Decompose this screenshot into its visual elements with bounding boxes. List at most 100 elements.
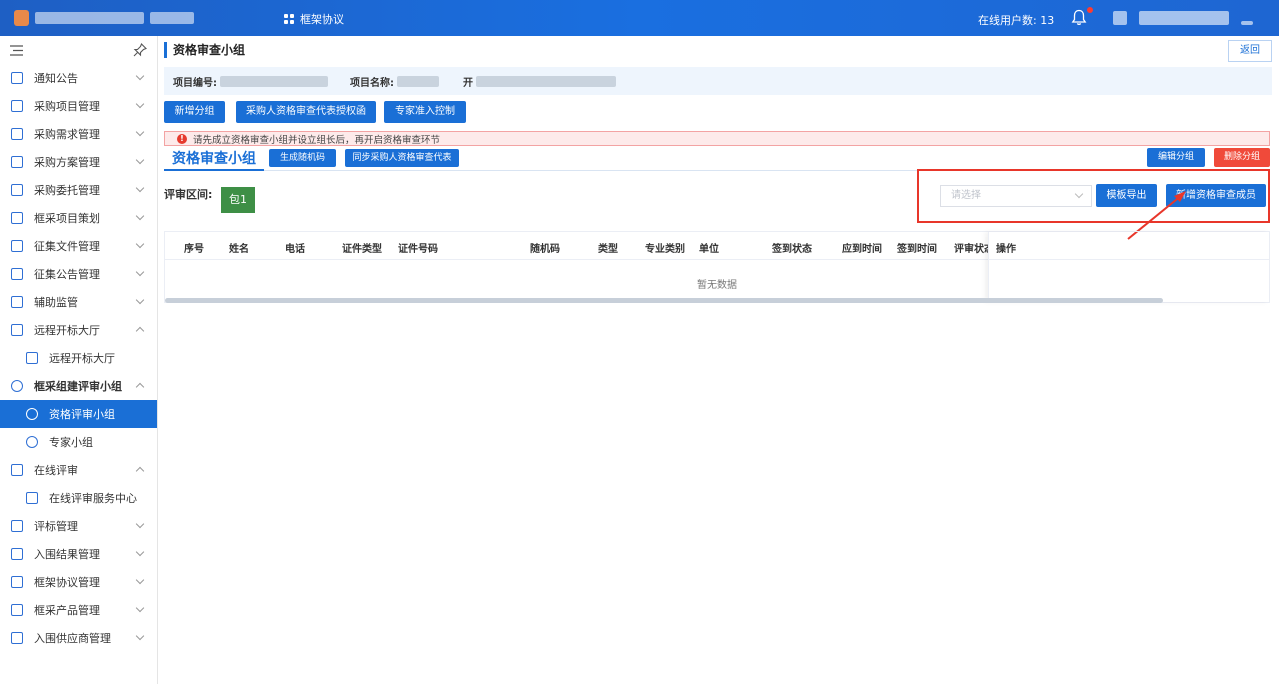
extra-field-label: 开 — [463, 77, 473, 89]
project-name-label: 项目名称: — [350, 77, 394, 89]
logo-subtext-redacted — [149, 12, 194, 24]
sync-representative-button[interactable]: 同步采购人资格审查代表 — [345, 149, 459, 167]
column-header: 证件类型 — [342, 244, 382, 255]
hall-icon — [11, 324, 23, 336]
document-icon — [11, 268, 23, 280]
sidebar-item-label: 远程开标大厅 — [34, 324, 100, 337]
pin-icon[interactable] — [133, 43, 147, 57]
column-header: 评审状态 — [954, 244, 988, 255]
chevron-down-icon — [135, 267, 145, 277]
sidebar-item-entrust[interactable]: 采购委托管理 — [0, 176, 157, 204]
back-button[interactable]: 返回 — [1228, 40, 1272, 62]
project-no-label: 项目编号: — [173, 77, 217, 89]
monitor-icon — [11, 296, 23, 308]
sidebar-item-requirements[interactable]: 采购需求管理 — [0, 120, 157, 148]
sidebar-subitem-qualification-review[interactable]: 资格评审小组 — [0, 400, 157, 428]
sidebar-item-suppliers[interactable]: 入围供应商管理 — [0, 624, 157, 652]
sidebar-item-label: 资格评审小组 — [49, 408, 115, 421]
column-header: 序号 — [184, 244, 204, 255]
sidebar-item-label: 远程开标大厅 — [49, 352, 115, 365]
document-icon — [11, 184, 23, 196]
sidebar-item-planning[interactable]: 框采项目策划 — [0, 204, 157, 232]
main-content: 资格审查小组 返回 项目编号: 项目名称: 开 新增分组 采购人资格审查代表授权… — [164, 36, 1272, 684]
column-header: 姓名 — [229, 244, 249, 255]
folder-icon — [11, 212, 23, 224]
sidebar-item-label: 框采产品管理 — [34, 604, 100, 617]
edit-group-button[interactable]: 编辑分组 — [1147, 148, 1205, 167]
purchaser-auth-button[interactable]: 采购人资格审查代表授权函 — [236, 101, 376, 123]
logo-mark — [14, 10, 29, 26]
chevron-down-icon — [135, 631, 145, 641]
tab-active-indicator — [164, 169, 264, 171]
warning-text: 请先成立资格审查小组并设立组长后，再开启资格审查环节 — [193, 134, 441, 146]
chevron-down-icon — [135, 183, 145, 193]
horizontal-scrollbar[interactable] — [165, 298, 1163, 303]
bell-icon[interactable] — [1071, 9, 1087, 26]
sidebar-item-label: 入围供应商管理 — [34, 632, 111, 645]
sidebar-item-review-group[interactable]: 框采组建评审小组 — [0, 372, 157, 400]
sidebar-item-solicitation-docs[interactable]: 征集文件管理 — [0, 232, 157, 260]
product-icon — [11, 604, 23, 616]
sidebar-item-label: 评标管理 — [34, 520, 78, 533]
sidebar-item-procurement-project[interactable]: 采购项目管理 — [0, 92, 157, 120]
sidebar-item-label: 通知公告 — [34, 72, 78, 85]
sidebar-item-online-review[interactable]: 在线评审 — [0, 456, 157, 484]
sidebar-item-notice[interactable]: 通知公告 — [0, 64, 157, 92]
title-row: 资格审查小组 返回 — [164, 40, 1272, 62]
document-icon — [11, 240, 23, 252]
sidebar-item-label: 采购项目管理 — [34, 100, 100, 113]
agreement-icon — [11, 576, 23, 588]
sidebar-item-solicitation-notice[interactable]: 征集公告管理 — [0, 260, 157, 288]
user-group-icon — [11, 380, 23, 392]
sidebar-subitem-online-review-center[interactable]: 在线评审服务中心 — [0, 484, 157, 512]
sidebar-item-remote-bidding[interactable]: 远程开标大厅 — [0, 316, 157, 344]
sidebar-item-label: 框架协议管理 — [34, 576, 100, 589]
sidebar-item-label: 采购方案管理 — [34, 156, 100, 169]
generate-random-code-button[interactable]: 生成随机码 — [269, 149, 336, 167]
project-no-redacted — [220, 75, 328, 87]
chevron-down-icon — [135, 127, 145, 137]
sidebar-item-label: 征集公告管理 — [34, 268, 100, 281]
top-bar: 框架协议 在线用户数: 13 — [0, 0, 1279, 36]
user-info-redacted[interactable] — [1113, 11, 1253, 25]
sidebar-item-label: 专家小组 — [49, 436, 93, 449]
page-title: 资格审查小组 — [164, 42, 245, 58]
chevron-down-icon — [135, 99, 145, 109]
chevron-up-icon — [135, 326, 145, 336]
supplier-icon — [11, 632, 23, 644]
sidebar-item-plan[interactable]: 采购方案管理 — [0, 148, 157, 176]
sidebar-item-products[interactable]: 框采产品管理 — [0, 596, 157, 624]
expert-control-button[interactable]: 专家准入控制 — [384, 101, 466, 123]
add-group-button[interactable]: 新增分组 — [164, 101, 225, 123]
top-menu-label: 框架协议 — [300, 13, 344, 26]
sidebar-item-label: 在线评审 — [34, 464, 78, 477]
sidebar-item-framework-agreement[interactable]: 框架协议管理 — [0, 568, 157, 596]
app-logo — [14, 10, 194, 26]
grid-icon — [284, 14, 294, 24]
sidebar-item-label: 在线评审服务中心 — [49, 492, 137, 505]
member-table: 序号 姓名 电话 证件类型 证件号码 随机码 类型 专业类别 单位 签到状态 应… — [164, 231, 1270, 303]
extra-field-redacted — [476, 75, 616, 87]
chevron-up-icon — [135, 382, 145, 392]
chart-icon — [11, 548, 23, 560]
delete-group-button[interactable]: 删除分组 — [1214, 148, 1270, 167]
top-menu-framework[interactable]: 框架协议 — [284, 11, 344, 27]
sidebar-item-label: 辅助监管 — [34, 296, 78, 309]
sidebar-item-evaluation[interactable]: 评标管理 — [0, 512, 157, 540]
tab-qualification-group[interactable]: 资格审查小组 — [172, 148, 256, 168]
sidebar-subitem-expert-group[interactable]: 专家小组 — [0, 428, 157, 456]
sidebar-item-shortlist-results[interactable]: 入围结果管理 — [0, 540, 157, 568]
document-icon — [11, 156, 23, 168]
column-header: 证件号码 — [398, 244, 438, 255]
package-tag[interactable]: 包1 — [221, 187, 255, 213]
chevron-down-icon — [135, 155, 145, 165]
hall-icon — [26, 352, 38, 364]
monitor-icon — [11, 464, 23, 476]
review-range-label: 评审区间: — [164, 188, 213, 201]
sidebar-item-supervision[interactable]: 辅助监管 — [0, 288, 157, 316]
collapse-menu-icon[interactable] — [10, 44, 23, 56]
column-header: 签到时间 — [897, 244, 937, 255]
document-icon — [11, 128, 23, 140]
sidebar-subitem-remote-bidding-hall[interactable]: 远程开标大厅 — [0, 344, 157, 372]
chevron-down-icon — [135, 295, 145, 305]
